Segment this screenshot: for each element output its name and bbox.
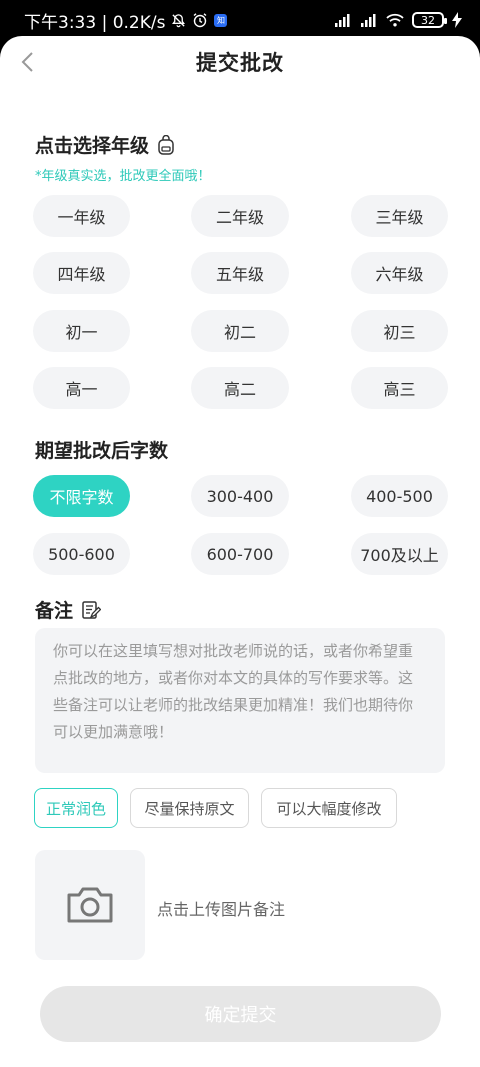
back-button[interactable] <box>14 48 40 76</box>
grade-hint: *年级真实选，批改更全面哦！ <box>35 169 211 184</box>
word-count-option[interactable]: 300-400 <box>191 475 289 517</box>
grade-option[interactable]: 六年级 <box>351 252 448 294</box>
status-time: 下午3:33 | 0.2K/s <box>24 12 166 33</box>
grade-option[interactable]: 二年级 <box>191 195 289 237</box>
header: 提交批改 <box>0 36 480 88</box>
grade-option[interactable]: 一年级 <box>33 195 130 237</box>
note-tag-selected[interactable]: 正常润色 <box>34 788 118 828</box>
signal-icon <box>334 13 352 27</box>
note-tag[interactable]: 可以大幅度修改 <box>261 788 397 828</box>
note-input[interactable] <box>35 628 445 773</box>
note-tag[interactable]: 尽量保持原文 <box>130 788 249 828</box>
alarm-icon <box>192 12 208 28</box>
grade-option[interactable]: 四年级 <box>33 252 130 294</box>
status-right: 32 <box>334 12 462 28</box>
grade-option[interactable]: 高二 <box>191 367 289 409</box>
upload-image-button[interactable] <box>35 850 145 960</box>
grade-section-title: 点击选择年级 <box>35 131 175 158</box>
word-count-option[interactable]: 400-500 <box>351 475 448 517</box>
camera-icon <box>67 887 113 923</box>
page-title: 提交批改 <box>196 51 284 75</box>
status-bar: 下午3:33 | 0.2K/s 知 32 <box>0 0 480 40</box>
grade-option[interactable]: 初三 <box>351 310 448 352</box>
note-section-title: 备注 <box>35 596 102 623</box>
status-left: 下午3:33 | 0.2K/s 知 <box>24 8 228 33</box>
word-count-option-selected[interactable]: 不限字数 <box>33 475 130 517</box>
note-section-label: 备注 <box>35 600 74 622</box>
word-count-option[interactable]: 500-600 <box>33 533 130 575</box>
mute-icon <box>171 13 186 28</box>
grade-option[interactable]: 初二 <box>191 310 289 352</box>
grade-option[interactable]: 高一 <box>33 367 130 409</box>
chevron-left-icon <box>21 52 33 72</box>
word-count-section-label: 期望批改后字数 <box>35 440 169 462</box>
submit-button[interactable]: 确定提交 <box>40 986 441 1042</box>
word-count-option[interactable]: 700及以上 <box>351 533 448 575</box>
signal-icon-2 <box>360 13 378 27</box>
app-notification-icon: 知 <box>214 13 228 27</box>
backpack-icon <box>158 134 174 155</box>
charging-icon <box>452 12 462 28</box>
grade-option[interactable]: 高三 <box>351 367 448 409</box>
word-count-section-title: 期望批改后字数 <box>35 436 168 463</box>
upload-label: 点击上传图片备注 <box>157 900 286 919</box>
grade-option[interactable]: 初一 <box>33 310 130 352</box>
wifi-icon <box>386 13 404 27</box>
grade-option[interactable]: 五年级 <box>191 252 289 294</box>
grade-option[interactable]: 三年级 <box>351 195 448 237</box>
grade-section-label: 点击选择年级 <box>35 135 150 157</box>
battery-icon: 32 <box>412 12 447 28</box>
main-sheet: 提交批改 点击选择年级 *年级真实选，批改更全面哦！ 一年级 二年级 三年级 四… <box>0 36 480 1067</box>
word-count-option[interactable]: 600-700 <box>191 533 289 575</box>
edit-note-icon <box>82 600 102 619</box>
